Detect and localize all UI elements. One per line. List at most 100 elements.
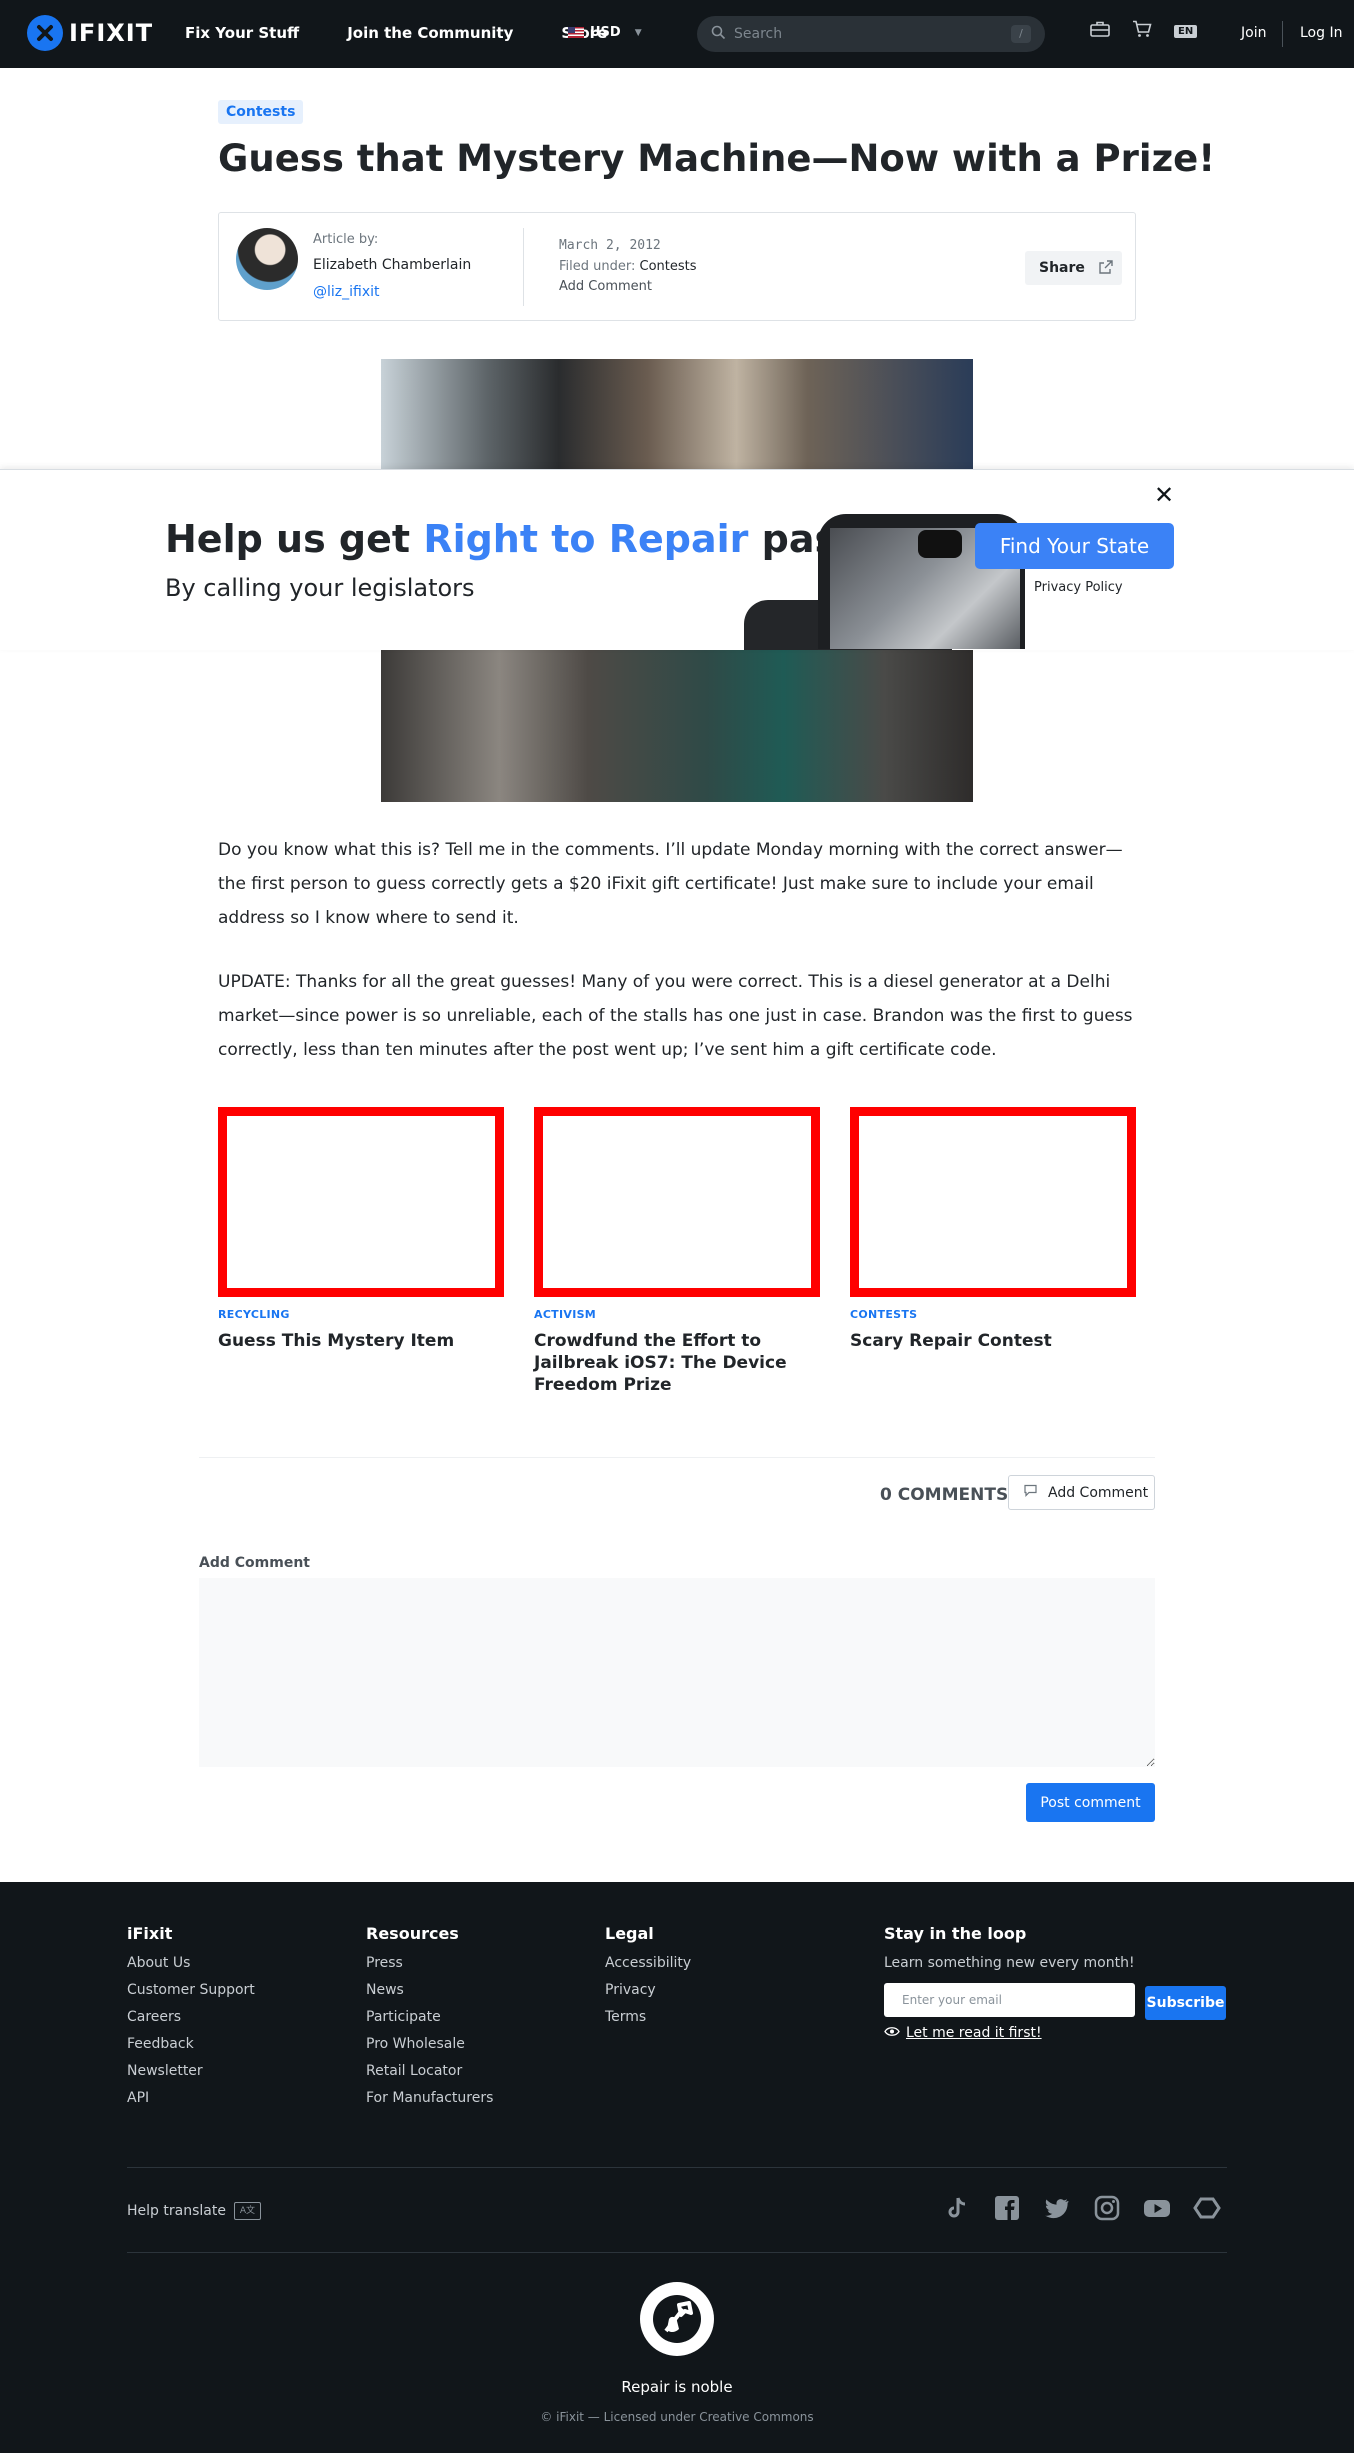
instagram-icon[interactable] [1093,2194,1121,2226]
join-link[interactable]: Join [1241,25,1266,41]
footer-link[interactable]: Customer Support [127,1982,255,1998]
footer-divider [127,2252,1227,2253]
footer-link[interactable]: Feedback [127,2036,255,2052]
help-translate-label: Help translate [127,2203,226,2219]
related-card-title[interactable]: Guess This Mystery Item [218,1330,504,1352]
nav-fix-your-stuff[interactable]: Fix Your Stuff [185,24,299,42]
related-card-title[interactable]: Scary Repair Contest [850,1330,1136,1352]
publish-date: March 2, 2012 [559,238,661,253]
footer-link[interactable]: Participate [366,2009,493,2025]
filed-under-link[interactable]: Contests [640,259,697,274]
help-translate-link[interactable]: Help translate A文 [127,2202,261,2220]
header-icons: EN [1090,20,1198,42]
currency-label: USD [590,25,621,40]
footer-link[interactable]: Newsletter [127,2063,255,2079]
phone-camera [918,530,962,558]
logo-text: IFIXIT [69,19,154,47]
search-placeholder: Search [734,26,783,42]
footer-link[interactable]: For Manufacturers [366,2090,493,2106]
related-card-thumbnail[interactable] [218,1107,504,1297]
search-input[interactable]: Search / [697,16,1045,52]
facebook-icon[interactable] [993,2194,1021,2226]
byline-box: Article by: Elizabeth Chamberlain @liz_i… [218,212,1136,321]
us-flag-icon [568,27,584,38]
ifixit-logo[interactable]: IFIXIT [27,15,153,51]
site-footer: iFixit About Us Customer Support Careers… [0,1882,1354,2453]
related-card[interactable]: CONTESTS Scary Repair Contest [850,1107,1136,1352]
footer-link[interactable]: API [127,2090,255,2106]
footer-link[interactable]: Pro Wholesale [366,2036,493,2052]
comment-count: 0 COMMENTS [880,1485,1009,1505]
toolbox-icon[interactable] [1090,20,1110,42]
language-selector[interactable]: EN [1174,24,1198,38]
footer-link[interactable]: Retail Locator [366,2063,493,2079]
right-to-repair-banner: ✕ Help us get Right to Repair passed By … [0,469,1354,650]
related-card-title[interactable]: Crowdfund the Effort to Jailbreak iOS7: … [534,1330,820,1396]
byline-divider [523,228,524,306]
newsletter-subtitle: Learn something new every month! [884,1955,1135,1971]
translate-icon: A文 [233,2202,261,2220]
subscribe-button[interactable]: Subscribe [1145,1986,1226,2020]
byline-label: Article by: [313,232,379,247]
article-paragraph: UPDATE: Thanks for all the great guesses… [218,972,1133,1060]
currency-selector[interactable]: USD ▼ [568,25,642,40]
read-first-label: Let me read it first! [906,2025,1042,2041]
find-your-state-button[interactable]: Find Your State [975,523,1174,569]
read-first-link[interactable]: Let me read it first! [884,2025,1135,2041]
eye-icon [884,2025,900,2041]
newsletter-title: Stay in the loop [884,1924,1027,1943]
top-navigation-bar: IFIXIT Fix Your Stuff Join the Community… [0,0,1354,68]
category-tag[interactable]: Contests [218,100,304,124]
add-comment-button[interactable]: Add Comment [1008,1475,1155,1510]
close-icon[interactable]: ✕ [1154,481,1174,509]
article-photo-bottom [381,650,973,802]
social-links [943,2194,1221,2226]
byline-add-comment-link[interactable]: Add Comment [559,279,652,294]
banner-headline: Help us get Right to Repair passed [165,517,913,561]
filed-under-label: Filed under: [559,259,640,274]
comments-divider [199,1457,1155,1458]
cart-icon[interactable] [1132,20,1152,42]
author-avatar[interactable] [236,228,298,290]
footer-column-title: Legal [605,1924,654,1943]
footer-link[interactable]: News [366,1982,493,1998]
twitter-icon[interactable] [1043,2194,1071,2226]
nav-join-community[interactable]: Join the Community [347,24,513,42]
comment-form-label: Add Comment [199,1555,310,1571]
community-icon[interactable] [1193,2194,1221,2226]
youtube-icon[interactable] [1143,2194,1171,2226]
comment-textarea[interactable] [199,1578,1155,1767]
article-paragraph: Do you know what this is? Tell me in the… [218,840,1123,928]
login-link[interactable]: Log In [1300,25,1342,41]
author-handle[interactable]: @liz_ifixit [313,284,380,300]
privacy-policy-link[interactable]: Privacy Policy [1034,580,1123,595]
related-card-category[interactable]: ACTIVISM [534,1308,820,1321]
tiktok-icon[interactable] [943,2194,971,2226]
email-field[interactable]: Enter your email [884,1983,1135,2017]
author-name[interactable]: Elizabeth Chamberlain [313,257,471,273]
related-card-category[interactable]: RECYCLING [218,1308,504,1321]
footer-link[interactable]: About Us [127,1955,255,1971]
footer-link[interactable]: Careers [127,2009,255,2025]
banner-subheadline: By calling your legislators [165,574,475,602]
footer-link[interactable]: Privacy [605,1982,691,1998]
article-title: Guess that Mystery Machine—Now with a Pr… [218,137,1216,180]
filed-under: Filed under: Contests [559,259,697,274]
footer-license[interactable]: © iFixit — Licensed under Creative Commo… [0,2410,1354,2424]
related-card-thumbnail[interactable] [850,1107,1136,1297]
related-card[interactable]: RECYCLING Guess This Mystery Item [218,1107,504,1352]
footer-column-title: Resources [366,1924,459,1943]
footer-link[interactable]: Accessibility [605,1955,691,1971]
post-comment-button[interactable]: Post comment [1026,1783,1155,1822]
related-card[interactable]: ACTIVISM Crowdfund the Effort to Jailbre… [534,1107,820,1396]
repair-is-noble-logo [640,2282,714,2356]
search-shortcut-key: / [1011,25,1031,43]
footer-link[interactable]: Terms [605,2009,691,2025]
share-button[interactable]: Share [1025,251,1122,285]
external-link-icon [1098,259,1114,279]
share-label: Share [1039,260,1085,276]
banner-headline-highlight: Right to Repair [423,517,749,561]
related-card-thumbnail[interactable] [534,1107,820,1297]
footer-link[interactable]: Press [366,1955,493,1971]
related-card-category[interactable]: CONTESTS [850,1308,1136,1321]
